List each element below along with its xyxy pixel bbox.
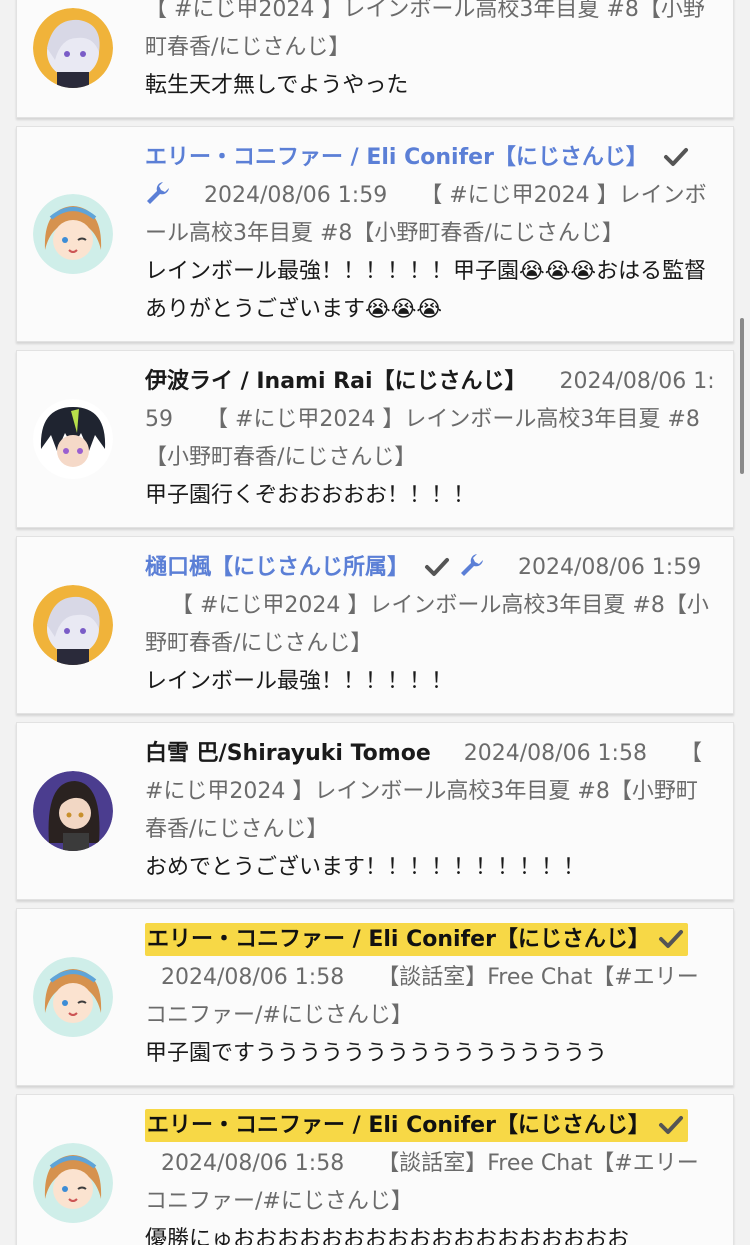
message-text: 優勝にゅおおおおおおおおおおおおおおおおおお <box>145 1227 630 1245</box>
author-name[interactable]: エリー・コニファー / Eli Conifer【にじさんじ】 <box>145 145 648 170</box>
stream-title: 【 #にじ甲2024 】レインボール高校3年目夏 #8【小野町春香/にじさんじ】 <box>145 407 700 470</box>
blonde-winking-avatar-icon <box>33 957 113 1037</box>
message-text: 甲子園行くぞおおおおお！！！！ <box>145 483 476 508</box>
author-name[interactable]: 白雪 巴/Shirayuki Tomoe <box>145 741 431 766</box>
avatar[interactable] <box>33 1143 113 1223</box>
author-name-text: エリー・コニファー / Eli Conifer【にじさんじ】 <box>147 927 650 952</box>
avatar[interactable] <box>33 8 113 88</box>
message-body: 白雪 巴/Shirayuki Tomoe 2024/08/06 1:58 【 #… <box>145 735 715 887</box>
timestamp: 2024/08/06 1:58 <box>463 741 647 766</box>
message-body: 樋口楓【にじさんじ所属】 2024/08/06 1:59 【 #にじ甲2024 … <box>145 549 715 701</box>
author-name[interactable]: エリー・コニファー / Eli Conifer【にじさんじ】 <box>145 1109 688 1142</box>
check-icon <box>658 1114 684 1136</box>
silver-hair-avatar-icon <box>33 8 113 88</box>
message-text: おめでとうございます！！！！！！！！！！ <box>145 855 586 880</box>
purple-bg-avatar-icon <box>33 771 113 851</box>
avatar[interactable] <box>33 771 113 851</box>
scrollbar[interactable] <box>740 318 744 474</box>
silver-hair-avatar-icon <box>33 585 113 665</box>
timestamp: 2024/08/06 1:58 <box>161 965 345 990</box>
author-name[interactable]: 樋口楓【にじさんじ所属】 <box>145 555 409 580</box>
message-text: 転生天才無しでようやった <box>145 73 409 98</box>
message-text: レインボール最強！！！！！！ <box>145 669 454 694</box>
blonde-winking-avatar-icon <box>33 1143 113 1223</box>
chat-message[interactable]: 白雪 巴/Shirayuki Tomoe 2024/08/06 1:58 【 #… <box>16 722 734 900</box>
timestamp: 2024/08/06 1:59 <box>518 555 702 580</box>
author-name[interactable]: 伊波ライ / Inami Rai【にじさんじ】 <box>145 369 527 394</box>
message-body: 伊波ライ / Inami Rai【にじさんじ】 2024/08/06 1:59 … <box>145 363 715 515</box>
avatar[interactable] <box>33 957 113 1037</box>
dark-hair-avatar-icon <box>33 399 113 479</box>
check-icon <box>424 556 450 578</box>
message-body: エリー・コニファー / Eli Conifer【にじさんじ】 2024/08/0… <box>145 921 715 1073</box>
message-text: 甲子園ですうううううううううううううううう <box>145 1041 608 1066</box>
check-icon <box>663 146 689 168</box>
avatar[interactable] <box>33 585 113 665</box>
message-body: エリー・コニファー / Eli Conifer【にじさんじ】 2024/08/0… <box>145 139 715 329</box>
chat-message[interactable]: 【 #にじ甲2024 】レインボール高校3年目夏 #8【小野町春香/にじさんじ】… <box>16 0 734 118</box>
blonde-winking-avatar-icon <box>33 194 113 274</box>
avatar[interactable] <box>33 194 113 274</box>
chat-message[interactable]: エリー・コニファー / Eli Conifer【にじさんじ】 2024/08/0… <box>16 126 734 342</box>
avatar[interactable] <box>33 399 113 479</box>
chat-message[interactable]: 伊波ライ / Inami Rai【にじさんじ】 2024/08/06 1:59 … <box>16 350 734 528</box>
timestamp: 2024/08/06 1:59 <box>204 183 388 208</box>
chat-feed[interactable]: 【 #にじ甲2024 】レインボール高校3年目夏 #8【小野町春香/にじさんじ】… <box>16 0 734 1245</box>
author-name[interactable]: エリー・コニファー / Eli Conifer【にじさんじ】 <box>145 923 688 956</box>
author-name-text: エリー・コニファー / Eli Conifer【にじさんじ】 <box>147 1113 650 1138</box>
wrench-icon <box>459 552 485 578</box>
stream-title: 【 #にじ甲2024 】レインボール高校3年目夏 #8【小野町春香/にじさんじ】 <box>145 0 705 60</box>
message-body: エリー・コニファー / Eli Conifer【にじさんじ】 2024/08/0… <box>145 1107 715 1245</box>
wrench-icon <box>145 180 171 206</box>
message-text: レインボール最強！！！！！！甲子園😭😭😭おはる監督ありがとうございます😭😭😭 <box>145 259 707 322</box>
message-body: 【 #にじ甲2024 】レインボール高校3年目夏 #8【小野町春香/にじさんじ】… <box>145 0 715 105</box>
check-icon <box>658 928 684 950</box>
stream-title: 【 #にじ甲2024 】レインボール高校3年目夏 #8【小野町春香/にじさんじ】 <box>145 593 709 656</box>
chat-message[interactable]: 樋口楓【にじさんじ所属】 2024/08/06 1:59 【 #にじ甲2024 … <box>16 536 734 714</box>
chat-message[interactable]: エリー・コニファー / Eli Conifer【にじさんじ】 2024/08/0… <box>16 908 734 1086</box>
timestamp: 2024/08/06 1:58 <box>161 1151 345 1176</box>
chat-message[interactable]: エリー・コニファー / Eli Conifer【にじさんじ】 2024/08/0… <box>16 1094 734 1245</box>
